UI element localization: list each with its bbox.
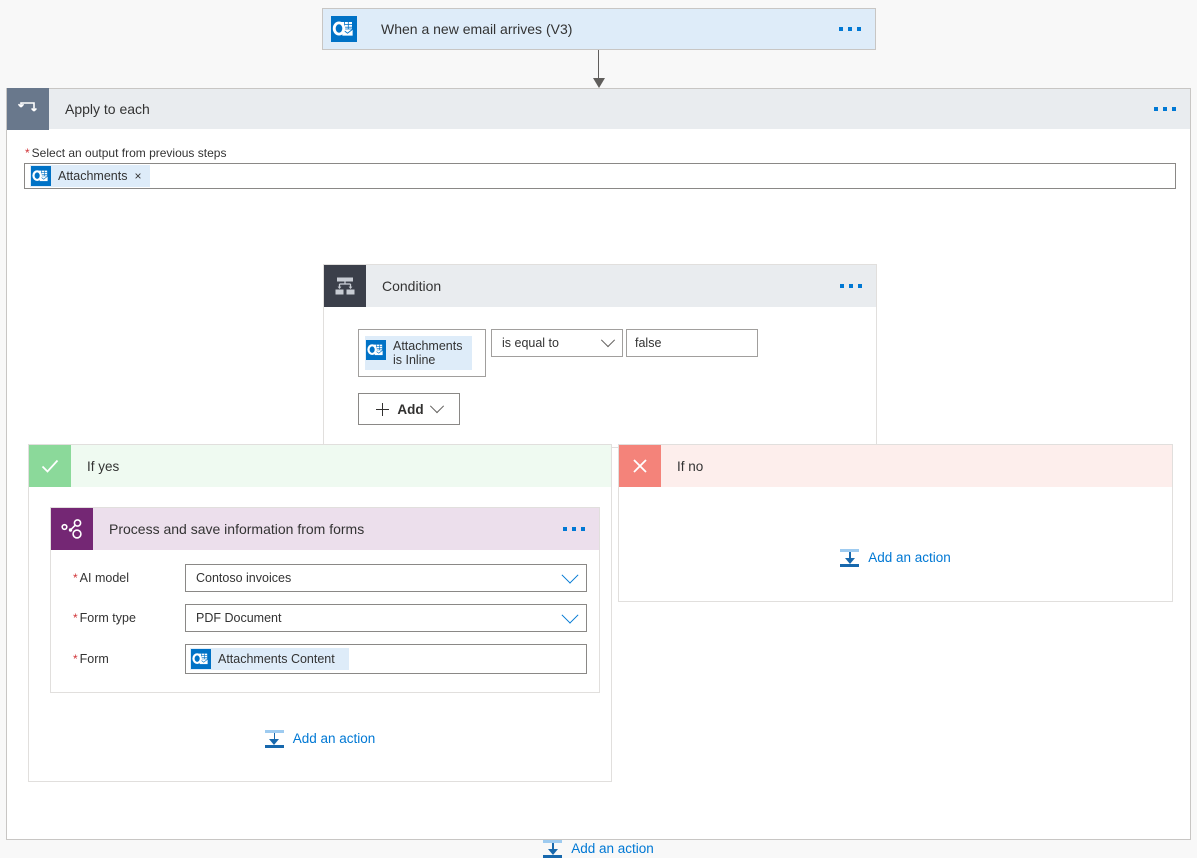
token-label: Attachments Content [218, 652, 349, 666]
if-no-label: If no [661, 459, 703, 474]
ai-builder-header[interactable]: Process and save information from forms [51, 508, 599, 550]
outlook-icon [191, 649, 211, 669]
condition-operand-field[interactable]: Attachmentsis Inline [358, 329, 486, 377]
condition-card: Condition [323, 264, 877, 448]
flow-designer-canvas: When a new email arrives (V3) Apply to e… [0, 0, 1197, 848]
operand-line-1: Attachments [393, 339, 462, 353]
outlook-icon [366, 340, 386, 360]
add-action-label: Add an action [868, 550, 951, 565]
apply-to-each-header[interactable]: Apply to each [7, 89, 1190, 129]
insert-action-icon [265, 729, 284, 748]
form-type-select[interactable]: PDF Document [185, 604, 587, 632]
required-indicator: * [73, 571, 78, 585]
check-icon [29, 445, 71, 487]
outlook-icon [31, 166, 51, 186]
ai-model-select[interactable]: Contoso invoices [185, 564, 587, 592]
form-row-ai-model: *AI model Contoso invoices [63, 564, 587, 592]
form-input[interactable]: Attachments Content [185, 644, 587, 674]
form-type-label: *Form type [63, 611, 185, 625]
if-yes-add-action-button[interactable]: Add an action [265, 729, 376, 748]
ai-builder-action-card: Process and save information from forms … [50, 507, 600, 693]
ai-model-value: Contoso invoices [196, 571, 291, 585]
ai-builder-title: Process and save information from forms [93, 521, 364, 537]
condition-more-button[interactable] [840, 284, 862, 288]
condition-icon [324, 265, 366, 307]
operator-value: is equal to [502, 336, 559, 350]
if-yes-label: If yes [71, 459, 119, 474]
chevron-down-icon [562, 607, 579, 624]
scope-input-field[interactable]: Attachments × [24, 163, 1176, 189]
add-action-label: Add an action [293, 731, 376, 746]
scope-input-label: *Select an output from previous steps [7, 146, 1190, 163]
if-yes-branch: If yes Process an [28, 444, 612, 782]
ai-builder-icon [51, 508, 93, 550]
apply-to-each-title: Apply to each [49, 101, 150, 117]
scope-input-label-text: Select an output from previous steps [32, 146, 227, 160]
form-label-text: Form [80, 652, 109, 666]
condition-value-text: false [635, 336, 661, 350]
trigger-title: When a new email arrives (V3) [365, 21, 572, 37]
chevron-down-icon [430, 399, 444, 413]
condition-header[interactable]: Condition [324, 265, 876, 307]
condition-value-input[interactable]: false [626, 329, 758, 357]
if-no-header: If no [619, 445, 1172, 487]
attachments-is-inline-token[interactable]: Attachmentsis Inline [365, 336, 472, 370]
chevron-down-icon [562, 567, 579, 584]
if-yes-add-action-wrap: Add an action [29, 729, 611, 748]
insert-action-icon [543, 839, 562, 858]
condition-operator-select[interactable]: is equal to [491, 329, 623, 357]
required-indicator: * [73, 611, 78, 625]
ai-builder-more-button[interactable] [563, 527, 585, 531]
required-indicator: * [25, 146, 30, 160]
condition-title: Condition [366, 278, 441, 294]
apply-to-each-body: *Select an output from previous steps [7, 146, 1190, 189]
close-icon [619, 445, 661, 487]
loop-icon [7, 88, 49, 130]
add-condition-button[interactable]: Add [358, 393, 460, 425]
chevron-down-icon [601, 333, 615, 347]
trigger-more-button[interactable] [839, 27, 861, 31]
token-label: Attachments [58, 169, 127, 183]
scope-add-action-button[interactable]: Add an action [543, 839, 654, 858]
form-label: *Form [63, 652, 185, 666]
form-row-form-type: *Form type PDF Document [63, 604, 587, 632]
attachments-token[interactable]: Attachments × [30, 165, 150, 187]
form-type-value: PDF Document [196, 611, 281, 625]
apply-to-each-more-button[interactable] [1154, 107, 1176, 111]
if-no-branch: If no Add an action [618, 444, 1173, 602]
insert-action-icon [840, 548, 859, 567]
trigger-header: When a new email arrives (V3) [323, 9, 875, 49]
ai-model-label-text: AI model [80, 571, 129, 585]
if-no-add-action-wrap: Add an action [619, 548, 1172, 567]
operand-line-2: is Inline [393, 353, 435, 367]
plus-icon [376, 403, 389, 416]
connector-arrow [598, 50, 600, 90]
trigger-card[interactable]: When a new email arrives (V3) [322, 8, 876, 50]
condition-row: Attachmentsis Inline is equal to false [358, 329, 876, 377]
if-no-add-action-button[interactable]: Add an action [840, 548, 951, 567]
add-action-label: Add an action [571, 841, 654, 856]
form-type-label-text: Form type [80, 611, 136, 625]
attachments-content-token[interactable]: Attachments Content [190, 648, 349, 670]
ai-model-label: *AI model [63, 571, 185, 585]
apply-to-each-card: Apply to each *Select an output from pre… [6, 88, 1191, 840]
add-button-label: Add [397, 402, 423, 417]
outlook-icon [323, 8, 365, 50]
if-yes-header: If yes [29, 445, 611, 487]
operand-label: Attachmentsis Inline [393, 339, 472, 367]
condition-body: Attachmentsis Inline is equal to false [324, 307, 876, 447]
required-indicator: * [73, 652, 78, 666]
form-row-form: *Form [63, 644, 587, 674]
ai-builder-body: *AI model Contoso invoices *Form type [51, 550, 599, 692]
token-remove-button[interactable]: × [134, 169, 141, 183]
scope-add-action-wrap: Add an action [7, 839, 1190, 858]
